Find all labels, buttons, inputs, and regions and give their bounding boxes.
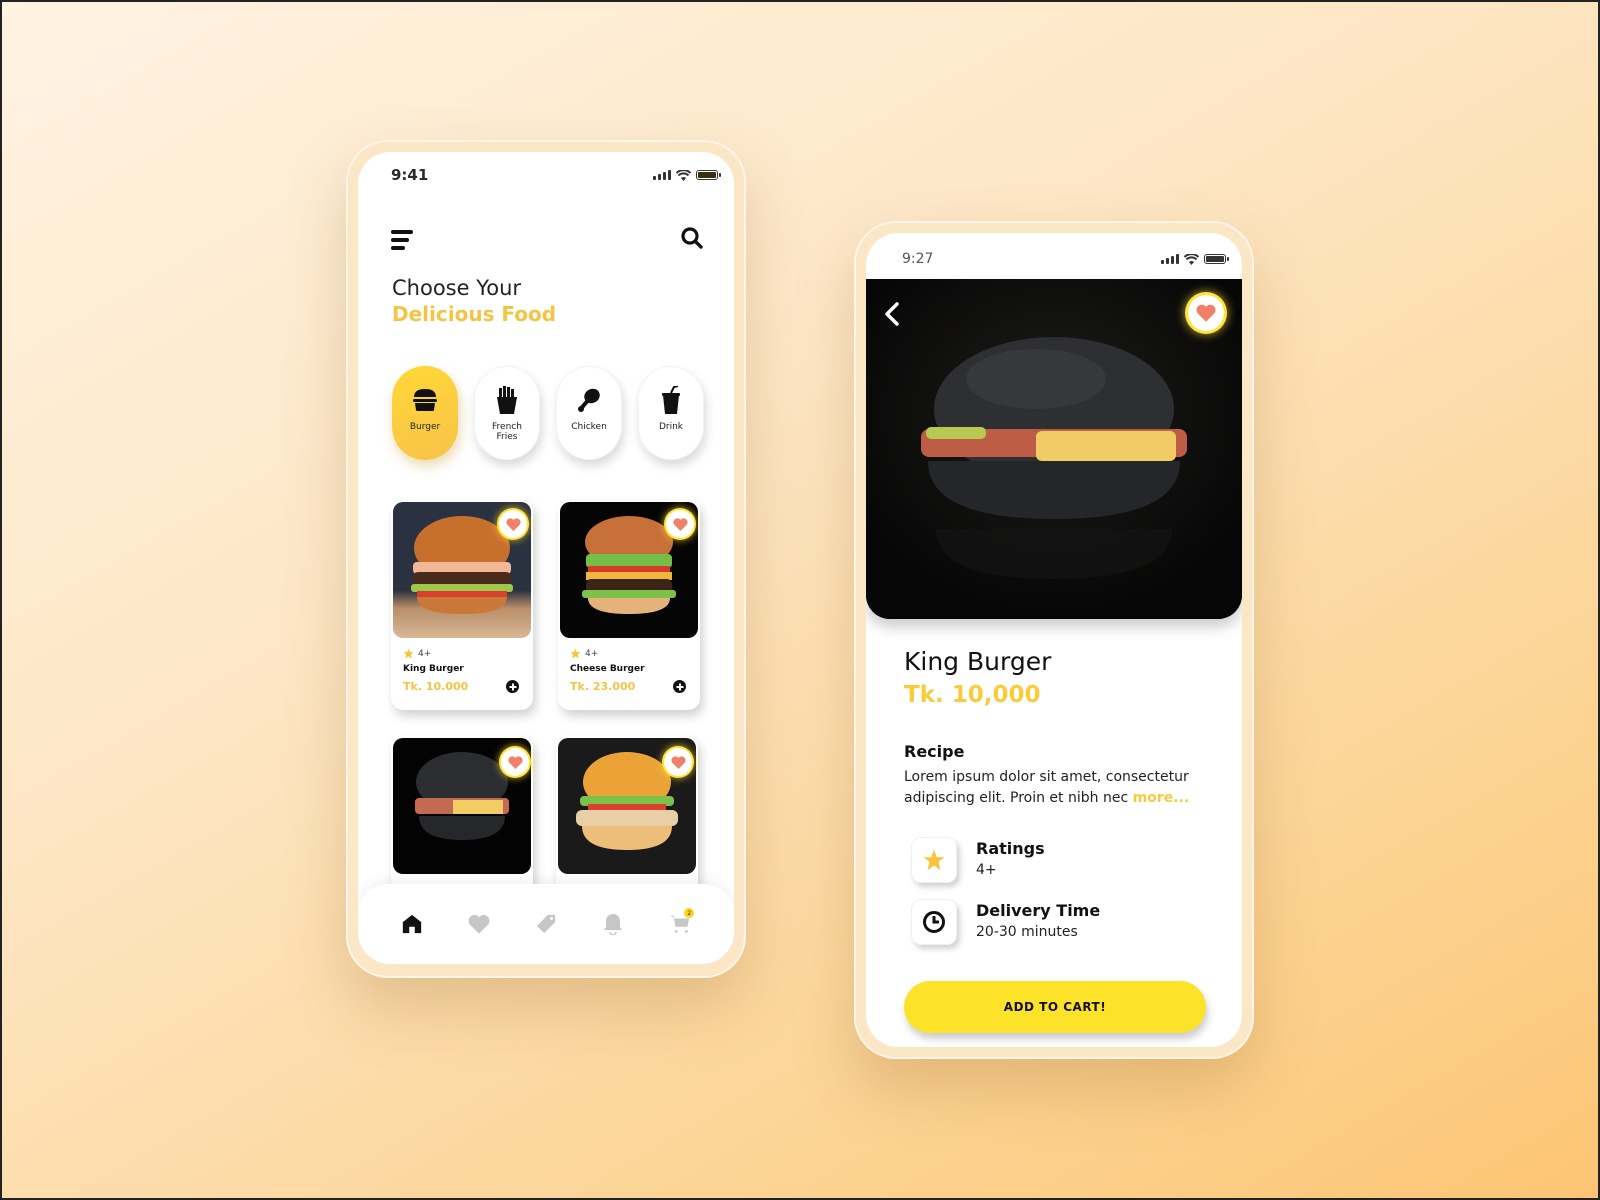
heading-line-1: Choose Your <box>392 276 522 300</box>
status-bar: 9:27 <box>866 251 1242 267</box>
category-french-fries[interactable]: French Fries <box>474 366 540 460</box>
nav-notifications[interactable] <box>599 910 627 938</box>
ratings-label: Ratings <box>976 839 1045 858</box>
favorite-button[interactable] <box>499 510 527 538</box>
category-label: Drink <box>658 422 684 432</box>
cart-badge: 2 <box>684 908 695 918</box>
battery-icon <box>696 170 721 180</box>
heart-icon <box>507 755 523 769</box>
category-chicken[interactable]: Chicken <box>556 366 622 460</box>
delivery-tile <box>911 899 957 945</box>
signal-icon <box>1161 254 1179 264</box>
status-time: 9:41 <box>391 166 429 184</box>
chicken-leg-icon <box>575 386 603 414</box>
status-icons <box>1161 253 1229 265</box>
fries-icon <box>493 386 521 414</box>
drink-cup-icon <box>657 386 685 414</box>
category-burger[interactable]: Burger <box>392 366 458 460</box>
signal-icon <box>653 170 671 180</box>
heart-icon <box>505 517 521 531</box>
heart-icon <box>1196 304 1216 322</box>
ratings-tile <box>911 837 957 883</box>
recipe-text: Lorem ipsum dolor sit amet, consectetur … <box>904 769 1190 806</box>
home-icon <box>402 914 421 934</box>
favorite-button[interactable] <box>666 510 694 538</box>
king-burger-hero-photo <box>866 279 1242 619</box>
add-to-cart-button[interactable]: ADD TO CART! <box>904 981 1206 1033</box>
product-price: Tk. 23.000 <box>570 680 636 693</box>
product-card[interactable]: 4+ Cheese Burger Tk. 23.000 <box>558 500 700 710</box>
rating: 4+ <box>403 648 431 659</box>
status-icons <box>653 169 721 181</box>
detail-screen: 9:27 King Burger Tk. 10,000 Recipe Lorem… <box>866 233 1242 1047</box>
favorite-button[interactable] <box>664 748 692 776</box>
product-card[interactable] <box>391 736 533 896</box>
add-button[interactable] <box>506 680 519 693</box>
category-label: Chicken <box>571 422 607 432</box>
battery-icon <box>1204 254 1229 264</box>
tag-icon <box>536 914 556 934</box>
burger-icon <box>411 386 439 414</box>
heart-icon <box>672 517 688 531</box>
nav-home[interactable] <box>398 910 426 938</box>
nav-cart[interactable]: 2 <box>666 908 695 938</box>
bell-icon <box>604 914 623 935</box>
product-price: Tk. 10,000 <box>904 682 1041 708</box>
product-card[interactable]: 4+ King Burger Tk. 10.000 <box>391 500 533 710</box>
ratings-value: 4+ <box>976 862 997 878</box>
product-price: Tk. 10.000 <box>403 680 469 693</box>
bottom-nav: 2 <box>358 884 734 964</box>
category-label: French Fries <box>492 422 522 442</box>
delivery-label: Delivery Time <box>976 901 1101 920</box>
nav-offers[interactable] <box>532 910 560 938</box>
more-link[interactable]: more... <box>1133 790 1190 806</box>
heart-icon <box>468 914 490 934</box>
menu-button[interactable] <box>391 230 413 250</box>
star-icon <box>403 648 414 659</box>
nav-favorites[interactable] <box>465 910 493 938</box>
rating: 4+ <box>570 648 598 659</box>
heart-icon <box>670 755 686 769</box>
back-button[interactable] <box>884 301 900 327</box>
home-screen: 9:41 Choose Your Delicious Food Burger F… <box>358 152 734 964</box>
favorite-button[interactable] <box>501 748 529 776</box>
recipe-heading: Recipe <box>904 742 965 761</box>
star-icon <box>570 648 581 659</box>
star-icon <box>923 849 945 871</box>
wifi-icon <box>676 169 691 181</box>
product-card[interactable] <box>556 736 698 896</box>
favorite-button[interactable] <box>1188 295 1224 331</box>
add-button[interactable] <box>673 680 686 693</box>
clock-icon <box>923 911 945 933</box>
heading-line-2: Delicious Food <box>392 302 557 326</box>
status-bar: 9:41 <box>358 166 734 184</box>
frame-border <box>0 0 1600 1200</box>
product-name: Cheese Burger <box>570 664 645 674</box>
category-label: Burger <box>409 422 441 432</box>
category-drink[interactable]: Drink <box>638 366 704 460</box>
product-name: King Burger <box>904 647 1052 676</box>
search-icon[interactable] <box>680 226 704 250</box>
delivery-value: 20-30 minutes <box>976 924 1078 940</box>
product-name: King Burger <box>403 664 464 674</box>
wifi-icon <box>1184 253 1199 265</box>
status-time: 9:27 <box>902 251 934 267</box>
